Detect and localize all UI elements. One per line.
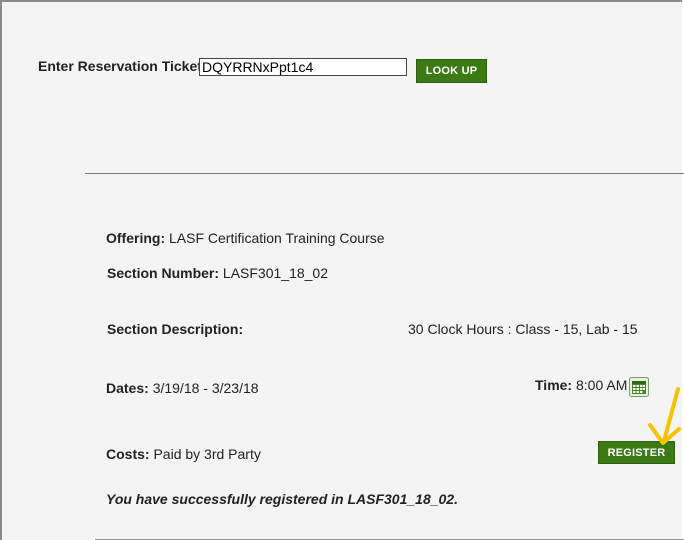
look-up-button[interactable]: LOOK UP [416,59,487,83]
section-description-label: Section Description: [107,321,243,337]
section-description-label-text: Section Description: [107,321,244,337]
costs-label: Costs: [106,446,150,462]
section-number-row: Section Number: LASF301_18_02 [107,265,328,281]
costs-row: Costs: Paid by 3rd Party [106,446,261,462]
offering-value: LASF Certification Training Course [169,230,385,246]
time-label: Time: [535,377,573,393]
costs-value: Paid by 3rd Party [153,446,261,462]
time-value: 8:00 AM [575,377,628,393]
section-number-label: Section Number: [107,265,220,281]
registration-success-message: You have successfully registered in LASF… [106,491,458,507]
dates-label: Dates: [106,380,149,396]
time-row: Time: 8:00 AM [535,377,627,393]
arrow-down-icon [648,387,681,445]
section-number-value: LASF301_18_02 [222,265,328,281]
reservation-ticket-label: Enter Reservation Ticket [38,58,202,74]
section-description-value: 30 Clock Hours : Class - 15, Lab - 15 [408,321,638,337]
dates-value: 3/19/18 - 3/23/18 [152,380,259,396]
page-panel: Enter Reservation Ticket LOOK UP Offerin… [0,0,684,540]
section-divider [85,173,684,174]
offering-label: Offering: [106,230,166,246]
offering-row: Offering: LASF Certification Training Co… [106,230,385,246]
dates-row: Dates: 3/19/18 - 3/23/18 [106,380,259,396]
reservation-ticket-input[interactable] [199,58,407,76]
